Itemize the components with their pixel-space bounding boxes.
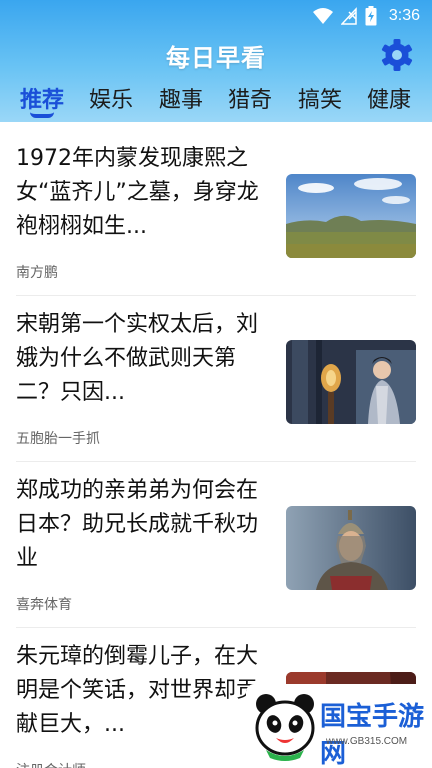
watermark-url: www.GB315.COM: [326, 736, 408, 747]
active-tab-indicator: [30, 112, 54, 118]
header-background: 3:36 每日早看 推荐 娱乐 趣事 猎奇 搞笑 健康: [0, 0, 432, 122]
tab-curious[interactable]: 猎奇: [228, 82, 272, 114]
tab-funny[interactable]: 搞笑: [298, 82, 342, 114]
news-source: 喜奔体育: [16, 597, 72, 613]
news-source: 注册会计师: [16, 760, 86, 768]
news-thumbnail: [286, 174, 416, 258]
app-title: 每日早看: [166, 44, 266, 72]
news-card[interactable]: 1972年内蒙发现康熙之女“蓝齐儿”之墓，身穿龙袍栩栩如生... 南方鹏: [16, 130, 416, 296]
site-watermark: 国宝手游网 www.GB315.COM: [246, 684, 432, 768]
watermark-text: 国宝手游网: [320, 702, 425, 768]
news-title: 1972年内蒙发现康熙之女“蓝齐儿”之墓，身穿龙袍栩栩如生...: [16, 146, 259, 239]
news-card[interactable]: 郑成功的亲弟弟为何会在日本？助兄长成就千秋功业 喜奔体育: [16, 462, 416, 628]
category-tabs: 推荐 娱乐 趣事 猎奇 搞笑 健康: [0, 78, 432, 122]
app-bar: 每日早看: [0, 34, 432, 74]
gear-icon[interactable]: [380, 38, 414, 72]
panda-logo-icon: [255, 694, 315, 761]
status-bar: 3:36: [0, 0, 432, 32]
news-title: 朱元璋的倒霉儿子，在大明是个笑话，对世界却贡献巨大，...: [16, 644, 259, 737]
news-thumbnail: [286, 340, 416, 424]
wifi-icon: [312, 8, 333, 24]
tab-fun[interactable]: 趣事: [159, 82, 203, 114]
news-title: 宋朝第一个实权太后，刘娥为什么不做武则天第二？只因...: [16, 312, 259, 405]
tab-recommend[interactable]: 推荐: [20, 82, 64, 114]
tab-entertainment[interactable]: 娱乐: [89, 82, 133, 114]
news-thumbnail: [286, 506, 416, 590]
no-signal-icon: [340, 7, 357, 25]
battery-charging-icon: [365, 6, 377, 26]
news-source: 五胞胎一手抓: [16, 431, 100, 447]
news-source: 南方鹏: [16, 265, 58, 281]
news-card[interactable]: 宋朝第一个实权太后，刘娥为什么不做武则天第二？只因... 五胞胎一手抓: [16, 296, 416, 462]
status-time: 3:36: [388, 7, 420, 24]
news-feed: 1972年内蒙发现康熙之女“蓝齐儿”之墓，身穿龙袍栩栩如生... 南方鹏 宋朝第…: [0, 122, 432, 768]
tab-health[interactable]: 健康: [367, 82, 411, 114]
news-title: 郑成功的亲弟弟为何会在日本？助兄长成就千秋功业: [16, 478, 259, 571]
